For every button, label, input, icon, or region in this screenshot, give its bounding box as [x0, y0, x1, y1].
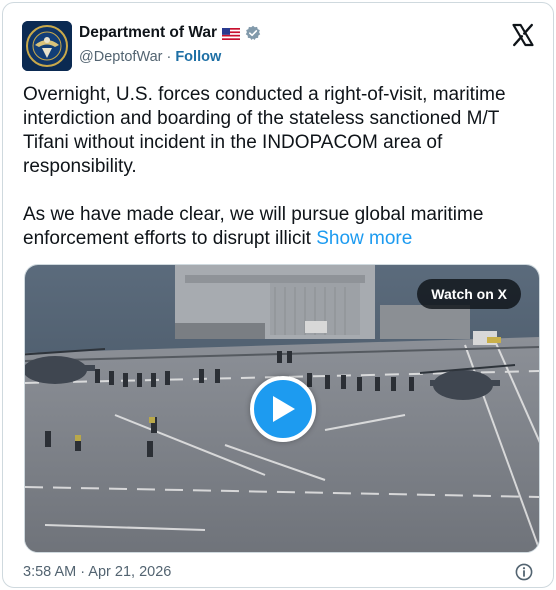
video-player[interactable]: Watch on X — [24, 264, 540, 553]
play-button[interactable] — [250, 376, 316, 442]
show-more-link[interactable]: Show more — [316, 228, 412, 249]
us-flag-icon — [222, 27, 241, 40]
watch-on-x-button[interactable]: Watch on X — [417, 279, 521, 309]
tweet-paragraph-text: As we have made clear, we will pursue gl… — [23, 204, 484, 249]
department-seal-icon — [22, 21, 72, 71]
info-icon[interactable] — [515, 563, 533, 581]
follow-button[interactable]: Follow — [175, 49, 221, 65]
author-name-row: Department of War — [79, 24, 261, 42]
separator-dot: · — [166, 49, 172, 65]
tweet-paragraph: As we have made clear, we will pursue gl… — [23, 203, 543, 251]
display-name[interactable]: Department of War — [79, 24, 217, 42]
handle-row: @DeptofWar · Follow — [79, 49, 221, 65]
verified-badge-icon — [245, 25, 261, 41]
tweet-paragraph: Overnight, U.S. forces conducted a right… — [23, 84, 506, 177]
author-handle[interactable]: @DeptofWar — [79, 49, 162, 65]
tweet-text: Overnight, U.S. forces conducted a right… — [23, 83, 543, 251]
tweet-timestamp[interactable]: 3:58 AM · Apr 21, 2026 — [23, 564, 171, 580]
avatar[interactable] — [22, 21, 72, 71]
play-icon — [273, 396, 295, 422]
tweet-card[interactable]: Department of War @DeptofWar · Follow Ov… — [2, 2, 554, 588]
x-logo-icon[interactable] — [511, 23, 535, 47]
